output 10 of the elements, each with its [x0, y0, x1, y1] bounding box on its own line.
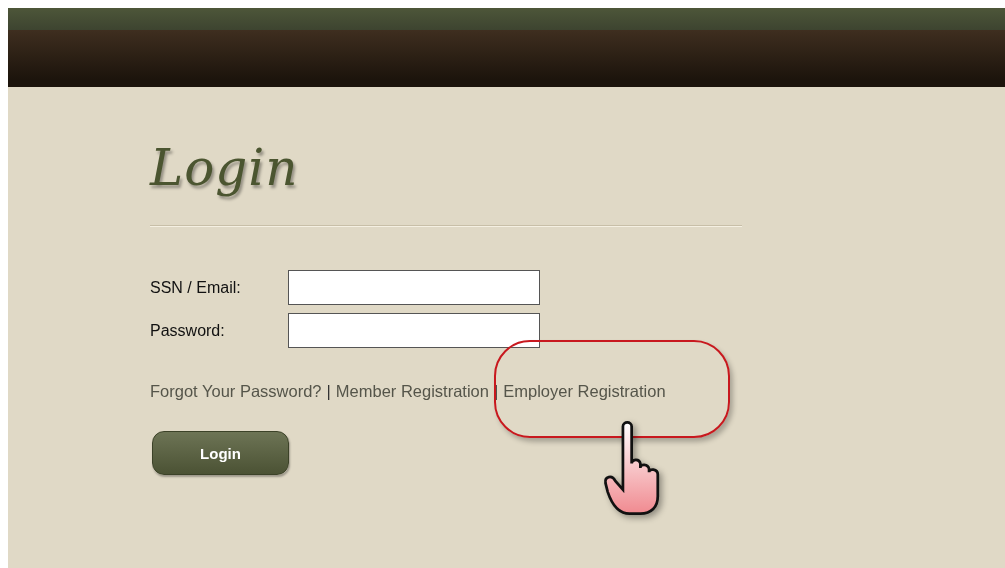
field-label: SSN / Email:: [150, 278, 242, 297]
link[interactable]: Employer Registration: [503, 382, 666, 400]
login-button[interactable]: Login: [152, 431, 289, 475]
link[interactable]: Member Registration: [335, 382, 489, 401]
field-label: Password:: [150, 321, 226, 340]
link[interactable]: Forgot Your Password?: [150, 382, 322, 401]
link-separator: |: [326, 382, 331, 401]
page-title: Login: [150, 138, 300, 199]
input-field[interactable]: [288, 270, 540, 305]
input-field[interactable]: [288, 313, 540, 348]
